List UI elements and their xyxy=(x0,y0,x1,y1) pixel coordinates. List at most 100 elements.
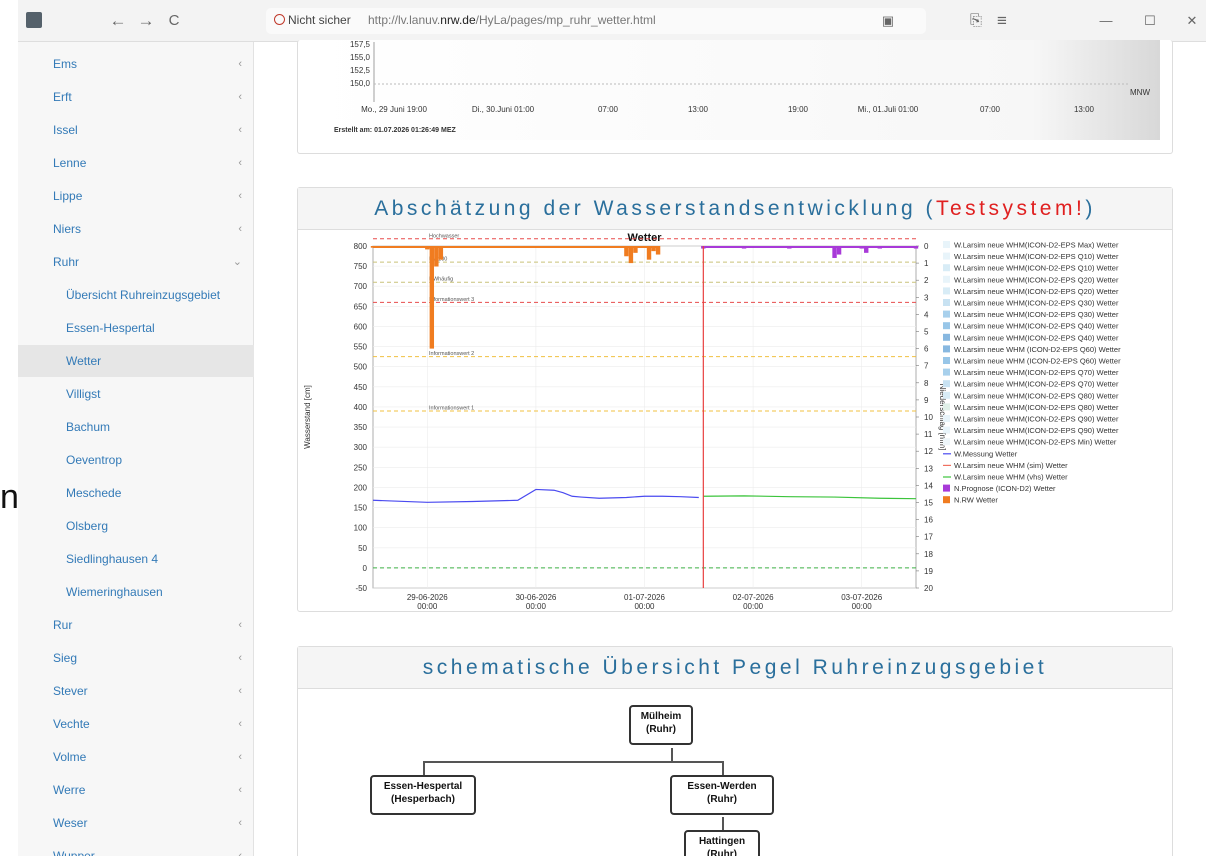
sidebar-item-weser[interactable]: Weser ‹ xyxy=(18,807,254,839)
legend-item[interactable]: W.Larsim neue WHM(ICON-D2-EPS Min) Wette… xyxy=(954,438,1117,447)
sidebar-item-essen-hespertal[interactable]: Essen-Hespertal xyxy=(18,312,254,344)
menu-icon[interactable]: ≡ xyxy=(990,9,1014,33)
top-chart: 157,5 155,0 152,5 150,0 Mo., 29 Juni 19:00 D… xyxy=(312,40,1160,140)
sidebar-item-olsberg[interactable]: Olsberg xyxy=(18,510,254,542)
threshold-label: Informationswert 3 xyxy=(429,297,474,303)
close-button[interactable]: ✕ xyxy=(1180,9,1204,33)
main-content: 157,5 155,0 152,5 150,0 Mo., 29 Juni 19:00 D… xyxy=(254,40,1206,856)
url-text[interactable]: http://lv.lanuv.nrw.de/HyLa/pages/mp_ruh… xyxy=(368,13,656,27)
sidebar-item-label: Weser xyxy=(53,816,88,830)
legend-swatch xyxy=(943,287,950,295)
sidebar-item-siedlinghausen-4[interactable]: Siedlinghausen 4 xyxy=(18,543,254,575)
legend-item[interactable]: W.Larsim neue WHM(ICON-D2-EPS Q20) Wette… xyxy=(954,287,1119,296)
y2-tick-label: 16 xyxy=(924,516,933,525)
precip-bar xyxy=(434,246,439,267)
top-x-tick: 07:00 xyxy=(598,105,619,114)
legend-item[interactable]: W.Larsim neue WHM(ICON-D2-EPS Q70) Wette… xyxy=(954,380,1119,389)
legend-item[interactable]: N.RW Wetter xyxy=(954,496,998,505)
sidebar-item-wupper[interactable]: Wupper ‹ xyxy=(18,840,254,856)
sidebar-item-bachum[interactable]: Bachum xyxy=(18,411,254,443)
legend-item[interactable]: W.Larsim neue WHM(ICON-D2-EPS Q40) Wette… xyxy=(954,322,1119,331)
legend-item[interactable]: W.Larsim neue WHM(ICON-D2-EPS Q90) Wette… xyxy=(954,426,1119,435)
legend-swatch xyxy=(943,264,950,272)
chevron-left-icon: ‹ xyxy=(238,223,242,235)
legend-item[interactable]: W.Larsim neue WHM(ICON-D2-EPS Q70) Wette… xyxy=(954,368,1119,377)
chevron-left-icon: ‹ xyxy=(238,157,242,169)
legend-item[interactable]: W.Larsim neue WHM(ICON-D2-EPS Q80) Wette… xyxy=(954,403,1119,412)
reload-icon[interactable]: C xyxy=(162,9,186,33)
legend-swatch xyxy=(943,322,950,330)
sidebar-item-werre[interactable]: Werre ‹ xyxy=(18,774,254,806)
legend-swatch xyxy=(943,380,950,388)
legend-item[interactable]: W.Larsim neue WHM(ICON-D2-EPS Q80) Wette… xyxy=(954,391,1119,400)
top-y-tick: 150,0 xyxy=(350,79,371,88)
sidebar-item-villigst[interactable]: Villigst xyxy=(18,378,254,410)
sidebar-item-wiemeringhausen[interactable]: Wiemeringhausen xyxy=(18,576,254,608)
node-essen-werden[interactable]: Essen-Werden (Ruhr) xyxy=(670,775,774,815)
legend-item[interactable]: W.Larsim neue WHM(ICON-D2-EPS Q30) Wette… xyxy=(954,299,1119,308)
sidebar-item-ruhr[interactable]: Ruhr ⌄ xyxy=(18,246,254,278)
sidebar-item-label: Meschede xyxy=(66,486,122,500)
node-essen-hespertal[interactable]: Essen-Hespertal (Hesperbach) xyxy=(370,775,476,815)
legend-item[interactable]: W.Larsim neue WHM(ICON-D2-EPS Q10) Wette… xyxy=(954,264,1119,273)
insecure-label: Nicht sicher xyxy=(288,13,351,27)
y-tick-label: 250 xyxy=(354,463,368,472)
y-tick-label: 350 xyxy=(354,423,368,432)
legend-item[interactable]: W.Larsim neue WHM(ICON-D2-EPS Q20) Wette… xyxy=(954,275,1119,284)
sidebar-item-sieg[interactable]: Sieg ‹ xyxy=(18,642,254,674)
legend-swatch xyxy=(943,496,950,504)
legend-item[interactable]: W.Messung Wetter xyxy=(954,449,1018,458)
address-bar[interactable]: Nicht sicher http://lv.lanuv.nrw.de/HyLa… xyxy=(266,8,926,34)
precip-bar xyxy=(438,246,444,260)
sidebar-item-lenne[interactable]: Lenne ‹ xyxy=(18,147,254,179)
legend-item[interactable]: W.Larsim neue WHM (sim) Wetter xyxy=(954,461,1068,470)
legend-item[interactable]: W.Larsim neue WHM(ICON-D2-EPS Max) Wette… xyxy=(954,241,1119,250)
sidebar-item-vechte[interactable]: Vechte ‹ xyxy=(18,708,254,740)
y-tick-label: 150 xyxy=(354,504,368,513)
sidebar-item-volme[interactable]: Volme ‹ xyxy=(18,741,254,773)
app-icon[interactable] xyxy=(26,12,42,28)
sidebar-item-label: Ruhr xyxy=(53,255,80,269)
legend-item[interactable]: W.Larsim neue WHM (vhs) Wetter xyxy=(954,473,1068,482)
threshold-label: Informationswert 1 xyxy=(429,405,474,411)
legend-item[interactable]: W.Larsim neue WHM(ICON-D2-EPS Q40) Wette… xyxy=(954,333,1119,342)
x-tick-label: 29-06-2026 00:00 xyxy=(407,593,448,611)
sidebar-item-oeventrop[interactable]: Oeventrop xyxy=(18,444,254,476)
chevron-left-icon: ‹ xyxy=(238,124,242,136)
sidebar-item-wetter[interactable]: Wetter xyxy=(18,345,254,377)
sidebar-item-erft[interactable]: Erft ‹ xyxy=(18,81,254,113)
legend-item[interactable]: W.Larsim neue WHM (ICON-D2-EPS Q60) Wett… xyxy=(954,357,1121,366)
legend-item[interactable]: W.Larsim neue WHM(ICON-D2-EPS Q10) Wette… xyxy=(954,252,1119,261)
y2-tick-label: 12 xyxy=(924,447,933,456)
panel-title-schematic: schematische Übersicht Pegel Ruhreinzugs… xyxy=(298,647,1172,689)
minimize-button[interactable]: — xyxy=(1094,9,1118,33)
y2-tick-label: 7 xyxy=(924,362,929,371)
node-muelheim[interactable]: Mülheim (Ruhr) xyxy=(629,705,693,745)
chevron-left-icon: ‹ xyxy=(238,685,242,697)
back-icon[interactable]: ← xyxy=(106,9,130,33)
legend-item[interactable]: W.Larsim neue WHM(ICON-D2-EPS Q90) Wette… xyxy=(954,415,1119,424)
precip-bar xyxy=(646,246,652,260)
legend-item[interactable]: W.Larsim neue WHM(ICON-D2-EPS Q30) Wette… xyxy=(954,310,1119,319)
sidebar-item-niers[interactable]: Niers ‹ xyxy=(18,213,254,245)
sidebar-item-meschede[interactable]: Meschede xyxy=(18,477,254,509)
reader-view-icon[interactable]: ▣ xyxy=(876,9,900,33)
panel-title: Abschätzung der Wasserstandsentwicklung … xyxy=(298,188,1172,230)
sidebar-item-ems[interactable]: Ems ‹ xyxy=(18,48,254,80)
y-tick-label: 600 xyxy=(354,322,368,331)
sidebar-item-rur[interactable]: Rur ‹ xyxy=(18,609,254,641)
sidebar-item-stever[interactable]: Stever ‹ xyxy=(18,675,254,707)
legend-item[interactable]: W.Larsim neue WHM (ICON-D2-EPS Q60) Wett… xyxy=(954,345,1121,354)
legend-item[interactable]: N.Prognose (ICON-D2) Wetter xyxy=(954,484,1056,493)
sidebar-item-lippe[interactable]: Lippe ‹ xyxy=(18,180,254,212)
node-hattingen[interactable]: Hattingen (Ruhr) xyxy=(684,830,760,856)
sidebar-item-issel[interactable]: Issel ‹ xyxy=(18,114,254,146)
share-icon[interactable]: ⎘ xyxy=(964,9,988,33)
y-tick-label: -50 xyxy=(355,584,367,593)
sidebar-item-label: Lenne xyxy=(53,156,87,170)
maximize-button[interactable]: ☐ xyxy=(1138,9,1162,33)
sidebar-item-übersicht-ruhreinzugsgebiet[interactable]: Übersicht Ruhreinzugsgebiet xyxy=(18,279,254,311)
forward-icon[interactable]: → xyxy=(134,9,158,33)
security-indicator[interactable]: Nicht sicher xyxy=(274,13,351,27)
schematic-panel: schematische Übersicht Pegel Ruhreinzugs… xyxy=(297,646,1173,856)
